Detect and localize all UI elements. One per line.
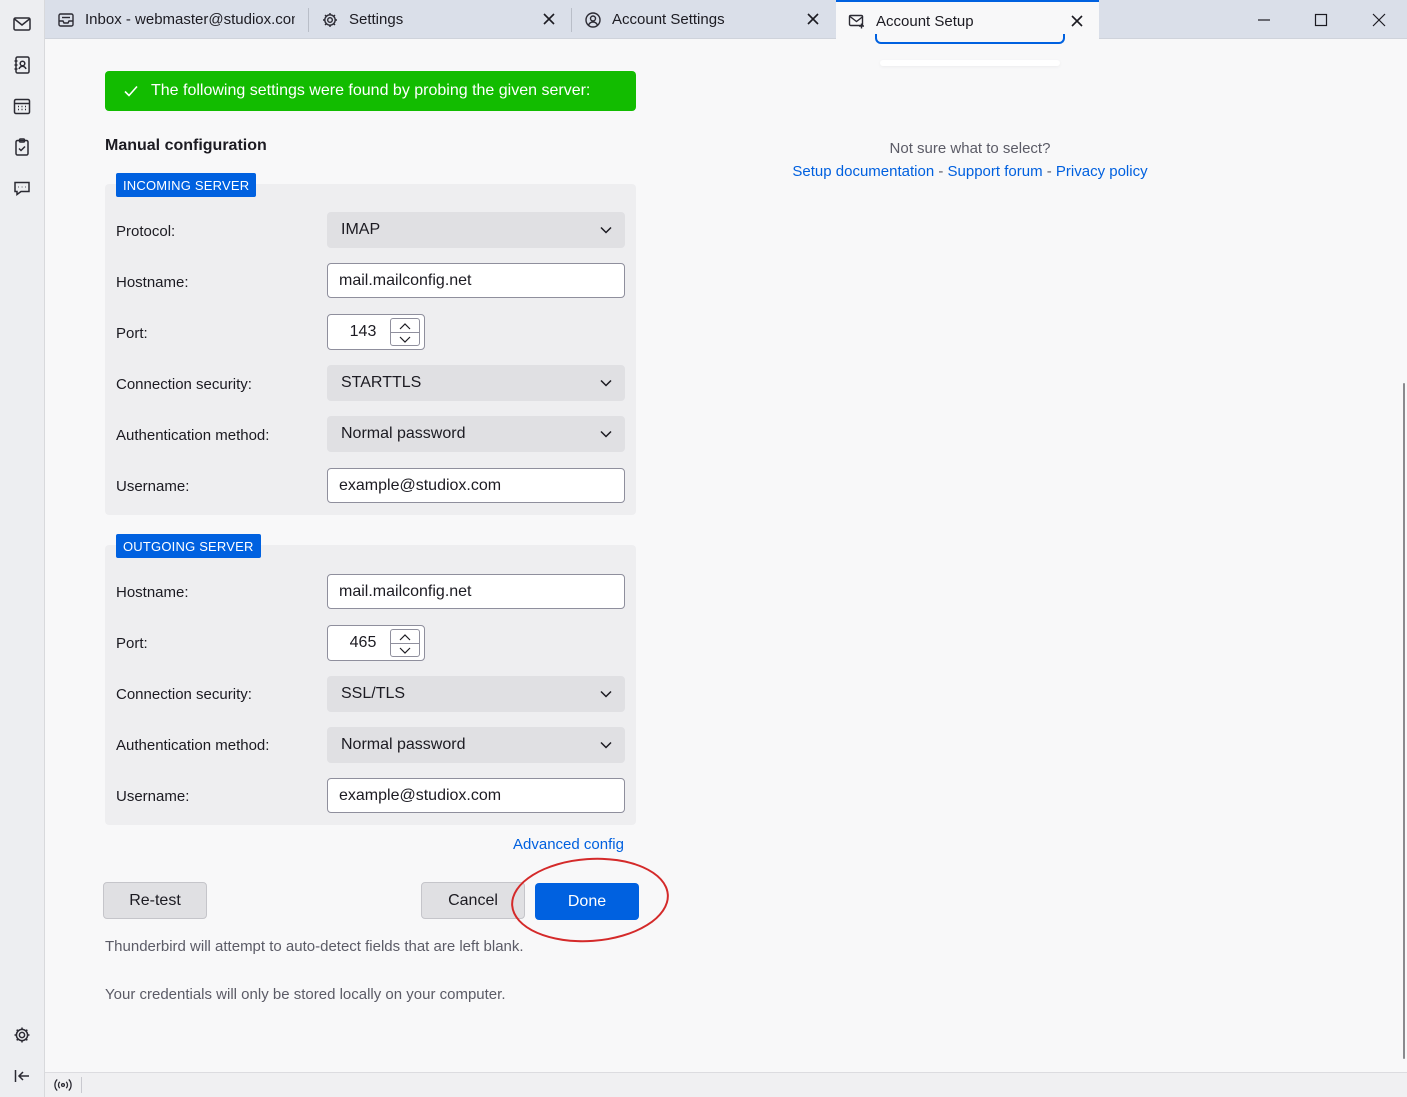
chevron-down-icon xyxy=(600,741,612,749)
tab-label: Inbox - webmaster@studiox.com xyxy=(85,11,295,28)
auth-method-label: Authentication method: xyxy=(116,737,270,754)
online-status-icon[interactable] xyxy=(53,1077,73,1093)
close-icon[interactable] xyxy=(541,11,557,27)
tab-bar: Inbox - webmaster@studiox.com Settings A… xyxy=(45,0,1407,40)
help-links: Setup documentation - Support forum - Pr… xyxy=(790,163,1150,180)
setup-documentation-link[interactable]: Setup documentation xyxy=(792,163,934,180)
tab-label: Account Setup xyxy=(876,12,974,30)
success-banner: The following settings were found by pro… xyxy=(105,71,636,111)
gear-icon xyxy=(321,11,339,29)
username-label: Username: xyxy=(116,478,190,495)
chevron-down-icon xyxy=(600,690,612,698)
select-value: SSL/TLS xyxy=(341,685,406,702)
account-setup-content: The following settings were found by pro… xyxy=(45,34,1407,1072)
incoming-server-section: INCOMING SERVER Protocol: IMAP Hostname:… xyxy=(105,173,636,515)
outgoing-username-input[interactable]: example@studiox.com xyxy=(327,778,625,813)
port-value: 465 xyxy=(349,634,377,651)
chat-icon[interactable] xyxy=(10,176,34,200)
status-separator xyxy=(81,1077,82,1093)
auth-method-label: Authentication method: xyxy=(116,427,270,444)
outgoing-server-legend: OUTGOING SERVER xyxy=(116,534,261,558)
tab-account-settings[interactable]: Account Settings xyxy=(572,0,835,39)
autodetect-note: Thunderbird will attempt to auto-detect … xyxy=(105,938,524,955)
incoming-protocol-select[interactable]: IMAP xyxy=(327,212,625,248)
port-value: 143 xyxy=(349,323,377,340)
select-value: Normal password xyxy=(341,736,466,753)
spaces-toolbar xyxy=(0,0,45,1097)
calendar-icon[interactable] xyxy=(10,94,34,118)
close-icon[interactable] xyxy=(1069,13,1085,29)
incoming-port-stepper[interactable]: 143 xyxy=(327,314,425,350)
maximize-icon[interactable] xyxy=(1310,9,1332,31)
support-forum-link[interactable]: Support forum xyxy=(948,163,1043,180)
connection-security-label: Connection security: xyxy=(116,376,252,393)
tab-label: Settings xyxy=(349,11,404,28)
incoming-hostname-input[interactable]: mail.mailconfig.net xyxy=(327,263,625,298)
select-value: IMAP xyxy=(341,221,381,238)
chevron-down-icon xyxy=(600,379,612,387)
chevron-up-icon[interactable] xyxy=(391,319,419,332)
account-icon xyxy=(584,11,602,29)
collapse-sidebar-icon[interactable] xyxy=(10,1064,34,1088)
mail-icon[interactable] xyxy=(10,12,34,36)
tab-inbox[interactable]: Inbox - webmaster@studiox.com xyxy=(45,0,308,39)
retest-button[interactable]: Re-test xyxy=(103,882,207,919)
connection-security-label: Connection security: xyxy=(116,686,252,703)
window-close-icon[interactable] xyxy=(1368,9,1390,31)
partially-visible-button xyxy=(875,34,1065,44)
chevron-up-icon[interactable] xyxy=(391,630,419,643)
advanced-config-link[interactable]: Advanced config xyxy=(513,836,624,853)
outgoing-port-stepper[interactable]: 465 xyxy=(327,625,425,661)
incoming-server-legend: INCOMING SERVER xyxy=(116,173,257,197)
credentials-note: Your credentials will only be stored loc… xyxy=(105,986,506,1003)
close-icon[interactable] xyxy=(805,11,821,27)
outgoing-security-select[interactable]: SSL/TLS xyxy=(327,676,625,712)
settings-gear-icon[interactable] xyxy=(10,1023,34,1047)
hostname-label: Hostname: xyxy=(116,274,189,291)
privacy-policy-link[interactable]: Privacy policy xyxy=(1056,163,1148,180)
annotation-circle xyxy=(508,852,672,948)
chevron-down-icon[interactable] xyxy=(391,333,419,346)
link-separator: - xyxy=(934,163,948,180)
help-title: Not sure what to select? xyxy=(889,140,1051,157)
cancel-button[interactable]: Cancel xyxy=(421,882,525,919)
port-label: Port: xyxy=(116,325,148,342)
banner-text: The following settings were found by pro… xyxy=(151,82,591,99)
chevron-down-icon xyxy=(600,430,612,438)
minimize-icon[interactable] xyxy=(1253,9,1275,31)
inbox-icon xyxy=(57,11,75,29)
incoming-auth-select[interactable]: Normal password xyxy=(327,416,625,452)
outgoing-server-section: OUTGOING SERVER Hostname: mail.mailconfi… xyxy=(105,534,636,825)
hostname-label: Hostname: xyxy=(116,584,189,601)
tab-settings[interactable]: Settings xyxy=(309,0,571,39)
tab-label: Account Settings xyxy=(612,11,725,28)
scrollbar[interactable] xyxy=(1403,383,1405,1059)
outgoing-hostname-input[interactable]: mail.mailconfig.net xyxy=(327,574,625,609)
status-bar xyxy=(45,1072,1407,1097)
manual-config-title: Manual configuration xyxy=(105,137,267,154)
chevron-down-icon xyxy=(600,226,612,234)
mail-setup-icon xyxy=(848,12,866,30)
outgoing-auth-select[interactable]: Normal password xyxy=(327,727,625,763)
port-label: Port: xyxy=(116,635,148,652)
tasks-icon[interactable] xyxy=(10,135,34,159)
incoming-security-select[interactable]: STARTTLS xyxy=(327,365,625,401)
chevron-down-icon[interactable] xyxy=(391,644,419,657)
incoming-username-input[interactable]: example@studiox.com xyxy=(327,468,625,503)
select-value: Normal password xyxy=(341,425,466,442)
port-spinner xyxy=(390,629,420,657)
partially-visible-element xyxy=(880,60,1060,66)
protocol-label: Protocol: xyxy=(116,223,176,240)
address-book-icon[interactable] xyxy=(10,53,34,77)
username-label: Username: xyxy=(116,788,190,805)
checkmark-icon xyxy=(124,85,138,97)
link-separator: - xyxy=(1042,163,1056,180)
port-spinner xyxy=(390,318,420,346)
select-value: STARTTLS xyxy=(341,374,422,391)
